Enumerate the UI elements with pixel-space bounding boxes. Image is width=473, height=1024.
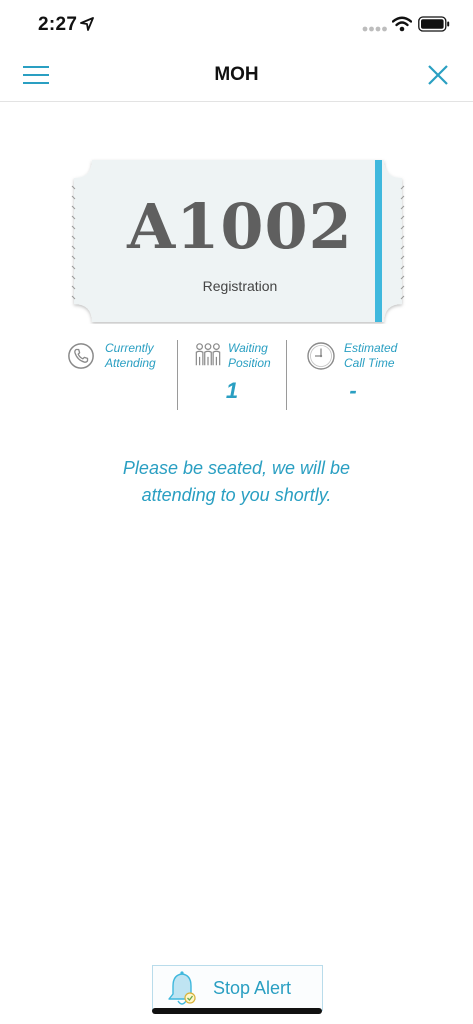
queue-ticket: A1002 Registration	[70, 158, 406, 324]
waiting-position-label: Waiting Position	[228, 341, 271, 370]
close-icon[interactable]	[425, 62, 451, 88]
waiting-position: Waiting Position 1	[178, 338, 286, 412]
currently-attending-label: Currently Attending	[105, 341, 156, 370]
wait-message: Please be seated, we will be attending t…	[40, 455, 433, 509]
location-arrow-icon	[80, 17, 94, 31]
page-title: MOH	[214, 64, 259, 85]
home-indicator	[152, 1008, 322, 1014]
queue-info-row: Currently Attending Waiting Position 1 E…	[60, 338, 413, 412]
signal-icon	[362, 26, 387, 32]
currently-attending: Currently Attending	[60, 338, 176, 412]
wait-message-line: attending to you shortly.	[141, 485, 332, 505]
estimated-call-time-label: Estimated Call Time	[344, 341, 398, 370]
nav-bar: MOH	[0, 50, 473, 102]
status-time: 2:27	[38, 14, 78, 35]
waiting-position-value: 1	[225, 378, 239, 403]
wifi-icon	[392, 16, 412, 32]
bell-icon	[168, 971, 196, 1005]
status-bar: 2:27	[0, 0, 473, 50]
ticket-service: Registration	[202, 278, 278, 294]
phone-icon	[68, 343, 94, 369]
estimated-call-time: Estimated Call Time -	[287, 338, 413, 412]
ticket-number: A1002	[127, 190, 353, 263]
people-icon	[195, 343, 221, 366]
wait-message-line: Please be seated, we will be	[122, 458, 351, 478]
stop-alert-label: Stop Alert	[213, 978, 292, 998]
estimated-call-time-value: -	[349, 378, 357, 403]
stop-alert-button[interactable]: Stop Alert	[152, 965, 323, 1011]
battery-icon	[418, 16, 450, 32]
clock-icon	[307, 342, 335, 370]
